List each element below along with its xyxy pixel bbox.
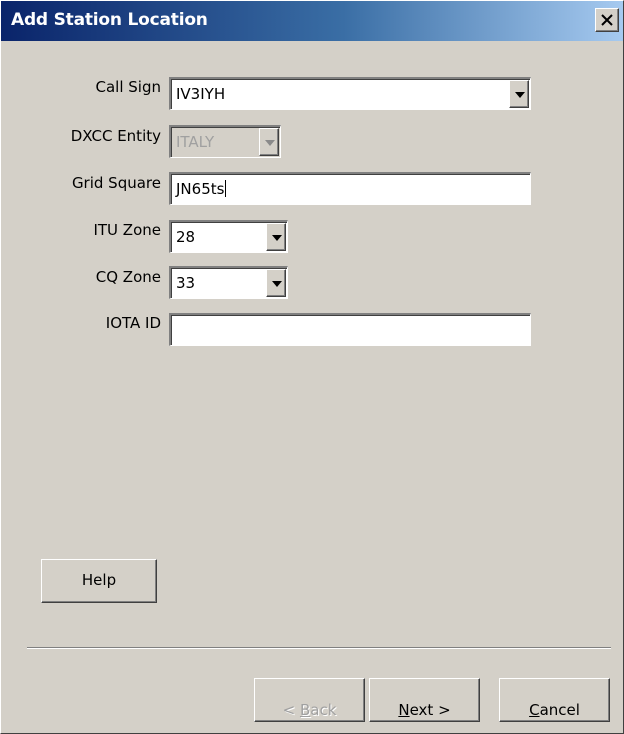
dxcc-entity-combobox: ITALY: [169, 125, 281, 158]
back-rest: ack: [310, 701, 337, 719]
back-button: < Back: [254, 678, 365, 722]
chevron-down-icon: [272, 281, 282, 287]
next-rest: ext >: [409, 701, 451, 719]
iota-id-label: IOTA ID: [105, 314, 161, 332]
back-prefix: <: [282, 701, 300, 719]
call-sign-value: IV3IYH: [176, 85, 226, 103]
grid-square-label: Grid Square: [71, 174, 161, 192]
grid-square-value: JN65ts: [176, 180, 225, 198]
next-mnemonic: N: [398, 701, 410, 719]
next-button[interactable]: Next >: [369, 678, 480, 722]
itu-zone-value: 28: [176, 228, 196, 246]
cancel-button-label: Cancel: [529, 690, 580, 719]
chevron-down-icon: [272, 235, 282, 241]
grid-square-input[interactable]: JN65ts: [169, 172, 531, 205]
next-button-label: Next >: [398, 690, 450, 719]
itu-zone-combobox[interactable]: 28: [169, 220, 288, 253]
cq-zone-combobox[interactable]: 33: [169, 266, 288, 299]
cancel-mnemonic: C: [529, 701, 540, 719]
separator: [27, 647, 611, 649]
title-bar[interactable]: Add Station Location: [1, 1, 623, 41]
cq-zone-label: CQ Zone: [95, 268, 161, 286]
back-mnemonic: B: [299, 701, 311, 719]
cq-zone-dropdown-button[interactable]: [266, 269, 286, 297]
chevron-down-icon: [265, 140, 275, 146]
call-sign-label: Call Sign: [95, 78, 162, 96]
cancel-button[interactable]: Cancel: [499, 678, 610, 722]
itu-zone-dropdown-button[interactable]: [266, 223, 286, 251]
add-station-location-dialog: Add Station Location Call Sign IV3IYH DX…: [0, 0, 624, 734]
call-sign-dropdown-button[interactable]: [509, 80, 529, 108]
dxcc-entity-value: ITALY: [176, 133, 215, 151]
text-cursor: [225, 180, 227, 197]
itu-zone-label: ITU Zone: [93, 221, 161, 239]
close-button[interactable]: [595, 8, 619, 32]
grid-square-text: JN65ts: [176, 180, 227, 198]
dxcc-entity-dropdown-button: [259, 128, 279, 156]
dxcc-entity-label: DXCC Entity: [70, 127, 161, 145]
close-icon: [601, 14, 613, 26]
help-button-label: Help: [81, 571, 117, 589]
cq-zone-value: 33: [176, 274, 196, 292]
cancel-rest: ancel: [539, 701, 580, 719]
iota-id-input[interactable]: [169, 313, 531, 346]
chevron-down-icon: [515, 92, 525, 98]
call-sign-combobox[interactable]: IV3IYH: [169, 77, 531, 110]
back-button-label: < Back: [283, 690, 337, 719]
help-button[interactable]: Help: [41, 559, 157, 603]
window-title: Add Station Location: [11, 10, 208, 30]
